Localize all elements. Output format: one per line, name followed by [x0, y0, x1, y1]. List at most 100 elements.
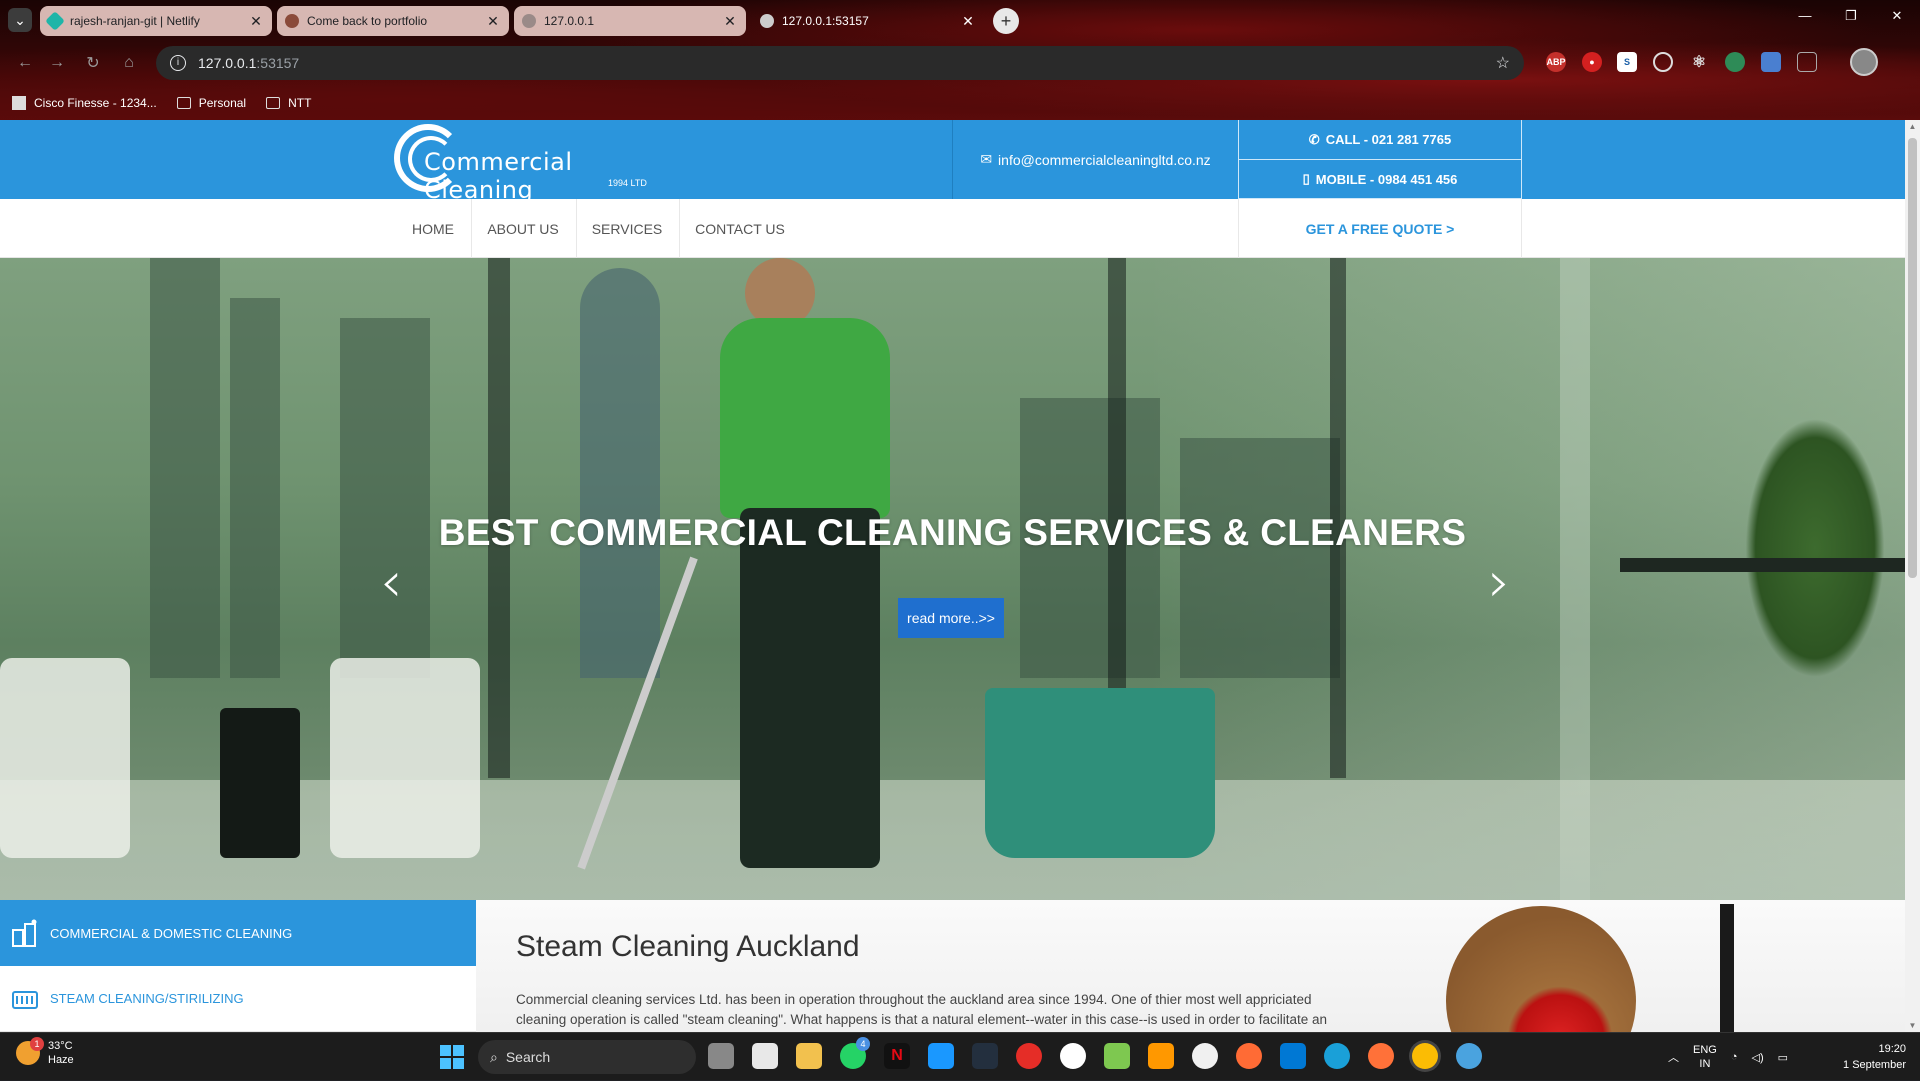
services-sidebar: COMMERCIAL & DOMESTIC CLEANING STEAM CLE…	[0, 900, 476, 1032]
close-tab-icon[interactable]: ✕	[248, 13, 264, 30]
tab-localhost[interactable]: 127.0.0.1 ✕	[514, 6, 746, 36]
close-tab-icon[interactable]: ✕	[485, 13, 501, 30]
tab-strip: ⌄ rajesh-ranjan-git | Netlify ✕ Come bac…	[0, 0, 1920, 40]
hero-title: BEST COMMERCIAL CLEANING SERVICES & CLEA…	[438, 512, 1467, 553]
wifi-icon[interactable]: ◔	[1731, 1051, 1738, 1063]
tray-overflow-icon[interactable]: ︿	[1668, 1049, 1679, 1065]
close-window-button[interactable]: ✕	[1874, 8, 1920, 24]
bookmark-label: Personal	[198, 96, 247, 110]
bookmark-folder-personal[interactable]: Personal	[176, 96, 247, 110]
bookmark-label: Cisco Finesse - 1234...	[34, 96, 157, 110]
main-navigation: HOME ABOUT US SERVICES CONTACT US GET A …	[0, 199, 1905, 258]
bookmark-star-icon[interactable]: ☆	[1496, 53, 1510, 73]
whatsapp-icon[interactable]: 4	[840, 1037, 870, 1069]
nav-home[interactable]: HOME	[400, 199, 466, 258]
chrome-icon[interactable]	[1412, 1043, 1438, 1069]
docs-extension-icon[interactable]	[1761, 52, 1781, 72]
vscode-icon[interactable]	[1280, 1043, 1306, 1069]
edge-icon[interactable]	[1324, 1043, 1350, 1069]
start-button[interactable]	[440, 1045, 464, 1069]
react-extension-icon[interactable]: ⚛	[1689, 52, 1709, 72]
scrollbar-thumb[interactable]	[1908, 138, 1917, 578]
close-tab-icon[interactable]: ✕	[960, 13, 976, 30]
steam-wand-image	[1720, 904, 1734, 1032]
forward-icon[interactable]: →	[44, 50, 70, 76]
folder-icon	[266, 97, 281, 109]
mobile-icon: ▯	[1302, 171, 1310, 186]
system-tray: ︿ ENG IN ◔ ◁) ▭	[1668, 1033, 1788, 1081]
nav-services[interactable]: SERVICES	[577, 199, 677, 258]
close-tab-icon[interactable]: ✕	[722, 13, 738, 30]
free-quote-link[interactable]: GET A FREE QUOTE >	[1238, 199, 1522, 258]
postman-icon[interactable]	[1236, 1043, 1262, 1069]
file-explorer-icon[interactable]	[796, 1043, 822, 1069]
weather-sun-icon: 1	[16, 1037, 44, 1065]
scroll-down-icon[interactable]: ▼	[1905, 1021, 1920, 1030]
call-contact[interactable]: ✆ CALL - 021 281 7765	[1238, 120, 1522, 160]
sublime-icon[interactable]	[1148, 1043, 1174, 1069]
tab-localhost-active[interactable]: 127.0.0.1:53157 ✕	[752, 6, 984, 36]
s-extension-icon[interactable]: S	[1617, 52, 1637, 72]
profile-avatar[interactable]	[1850, 48, 1878, 76]
page-scrollbar[interactable]: ▲ ▼	[1905, 120, 1920, 1032]
home-icon[interactable]: ⌂	[116, 50, 142, 76]
tab-netlify[interactable]: rajesh-ranjan-git | Netlify ✕	[40, 6, 272, 36]
globe-app-icon[interactable]	[1456, 1043, 1482, 1069]
adblock-extension-icon[interactable]: ABP	[1546, 52, 1566, 72]
back-icon[interactable]: ←	[12, 50, 38, 76]
service-steam-cleaning[interactable]: STEAM CLEANING/STIRILIZING	[0, 966, 476, 1032]
nav-about-us[interactable]: ABOUT US	[472, 199, 574, 258]
minimize-button[interactable]: —	[1782, 8, 1828, 23]
netflix-icon[interactable]: N	[884, 1043, 910, 1069]
mobile-contact[interactable]: ▯ MOBILE - 0984 451 456	[1238, 160, 1522, 199]
target-extension-icon[interactable]	[1653, 52, 1673, 72]
reload-icon[interactable]: ↻	[80, 50, 106, 76]
weather-desc: Haze	[48, 1054, 74, 1066]
scroll-up-icon[interactable]: ▲	[1905, 122, 1920, 131]
restore-button[interactable]: ❐	[1828, 8, 1874, 24]
tab-portfolio[interactable]: Come back to portfolio ✕	[277, 6, 509, 36]
taskbar-clock[interactable]: 19:20 1 September	[1843, 1041, 1906, 1073]
carousel-next-icon[interactable]: ›	[1488, 550, 1510, 615]
volume-icon[interactable]: ◁)	[1752, 1051, 1764, 1064]
bookmark-cisco[interactable]: Cisco Finesse - 1234...	[12, 96, 157, 110]
store-icon[interactable]	[752, 1043, 778, 1069]
address-host: 127.0.0.1	[198, 55, 257, 71]
address-bar[interactable]: i 127.0.0.1:53157 ☆	[156, 46, 1524, 80]
weather-widget[interactable]: 1 33°C Haze	[16, 1037, 74, 1067]
notepad-icon[interactable]	[1104, 1043, 1130, 1069]
task-view-icon[interactable]	[708, 1043, 734, 1069]
youtube-music-icon[interactable]	[1016, 1043, 1042, 1069]
site-info-icon[interactable]: i	[170, 55, 186, 71]
read-more-button[interactable]: read more..>>	[898, 598, 1004, 638]
tab-title: Come back to portfolio	[307, 14, 428, 28]
firefox-icon[interactable]	[1368, 1043, 1394, 1069]
prime-video-icon[interactable]	[928, 1043, 954, 1069]
extensions-puzzle-icon[interactable]	[1797, 52, 1817, 72]
search-placeholder: Search	[505, 1049, 551, 1065]
globe-favicon-icon	[760, 14, 774, 28]
address-port: :53157	[256, 55, 300, 71]
battery-icon[interactable]: ▭	[1778, 1051, 1788, 1064]
language-indicator[interactable]: ENG IN	[1693, 1043, 1717, 1071]
email-contact[interactable]: ✉ info@commercialcleaningltd.co.nz	[952, 120, 1238, 199]
gherkin-tower	[580, 268, 660, 678]
content-section: Steam Cleaning Auckland Commercial clean…	[476, 900, 1905, 1032]
new-tab-button[interactable]: +	[993, 8, 1019, 34]
taskbar-search[interactable]: ⌕ Search	[478, 1040, 696, 1074]
whatsapp-badge: 4	[856, 1037, 870, 1051]
github-icon[interactable]	[1060, 1043, 1086, 1069]
nav-contact-us[interactable]: CONTACT US	[680, 199, 800, 258]
amazon-music-icon[interactable]	[972, 1043, 998, 1069]
service-commercial-domestic[interactable]: COMMERCIAL & DOMESTIC CLEANING	[0, 900, 476, 966]
site-logo[interactable]: Commercial Cleaning 1994 LTD	[394, 122, 664, 204]
service-label: STEAM CLEANING/STIRILIZING	[50, 991, 244, 1006]
record-extension-icon[interactable]: ●	[1582, 52, 1602, 72]
bookmark-folder-ntt[interactable]: NTT	[266, 96, 311, 110]
content-title: Steam Cleaning Auckland	[516, 930, 860, 963]
steam-cleaner-icon	[10, 984, 40, 1014]
earth-extension-icon[interactable]	[1725, 52, 1745, 72]
carousel-prev-icon[interactable]: ‹	[380, 550, 402, 615]
mongodb-icon[interactable]	[1192, 1043, 1218, 1069]
tab-search-button[interactable]: ⌄	[8, 8, 32, 32]
